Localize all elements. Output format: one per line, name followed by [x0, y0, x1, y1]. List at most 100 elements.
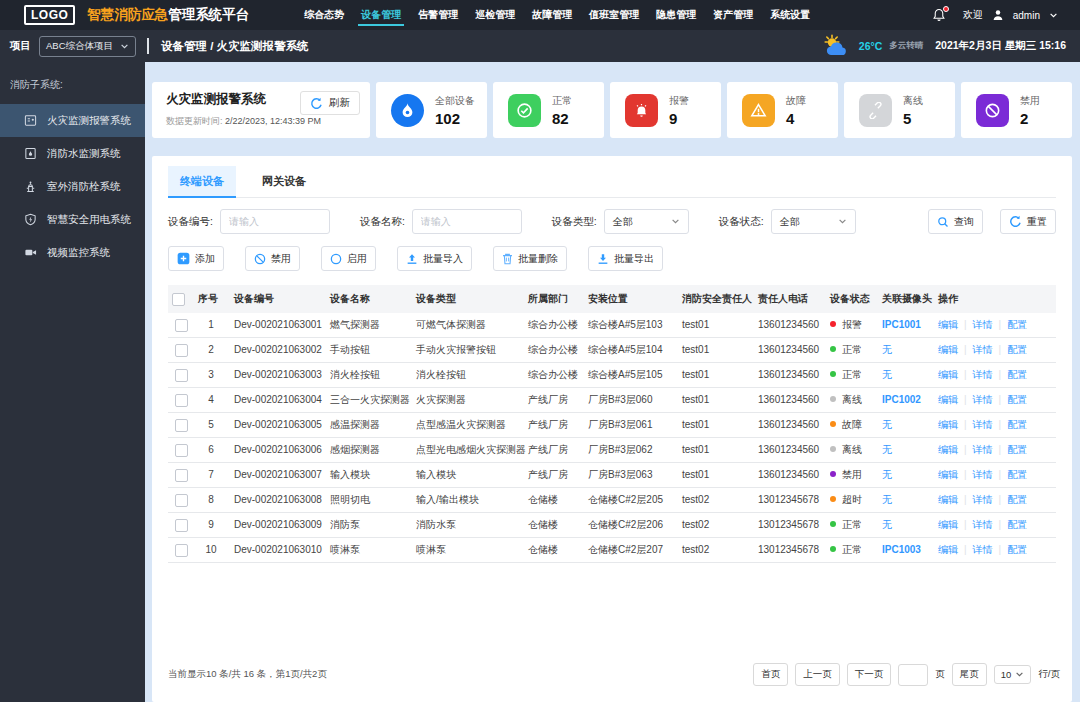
op-link-1[interactable]: 详情 — [973, 519, 993, 530]
op-separator: | — [964, 344, 967, 355]
op-link-1[interactable]: 详情 — [973, 319, 993, 330]
cell-camera-link[interactable]: IPC1003 — [876, 538, 932, 563]
cell-camera-link[interactable]: 无 — [876, 413, 932, 438]
row-checkbox[interactable] — [175, 494, 188, 507]
cell-status: 正常 — [824, 363, 876, 388]
op-link-0[interactable]: 编辑 — [938, 544, 958, 555]
op-link-0[interactable]: 编辑 — [938, 519, 958, 530]
row-checkbox[interactable] — [175, 344, 188, 357]
cell-device-type: 点型光电感烟火灾探测器 — [410, 438, 522, 463]
row-checkbox[interactable] — [175, 394, 188, 407]
tab-gateway-device[interactable]: 网关设备 — [250, 166, 318, 197]
prev-page-button[interactable]: 上一页 — [795, 663, 840, 686]
op-link-1[interactable]: 详情 — [973, 344, 993, 355]
row-checkbox[interactable] — [175, 444, 188, 457]
cell-camera-link[interactable]: 无 — [876, 513, 932, 538]
nav-item[interactable]: 设备管理 — [361, 0, 401, 30]
op-link-0[interactable]: 编辑 — [938, 419, 958, 430]
cell-camera-link[interactable]: IPC1001 — [876, 313, 932, 338]
reset-button[interactable]: 重置 — [1000, 209, 1056, 234]
row-checkbox[interactable] — [175, 419, 188, 432]
op-link-0[interactable]: 编辑 — [938, 394, 958, 405]
row-checkbox[interactable] — [175, 469, 188, 482]
device-status-select[interactable]: 全部 — [771, 209, 856, 234]
select-all-checkbox[interactable] — [172, 293, 185, 306]
op-link-2[interactable]: 配置 — [1007, 519, 1027, 530]
cell-device-name: 感温探测器 — [324, 413, 410, 438]
nav-item[interactable]: 资产管理 — [713, 0, 753, 30]
op-link-2[interactable]: 配置 — [1007, 544, 1027, 555]
first-page-button[interactable]: 首页 — [753, 663, 788, 686]
sidebar-item[interactable]: 火灾监测报警系统 — [0, 104, 145, 137]
cell-status: 报警 — [824, 313, 876, 338]
row-checkbox[interactable] — [175, 519, 188, 532]
chevron-down-icon[interactable] — [1049, 11, 1058, 20]
device-type-select[interactable]: 全部 — [604, 209, 689, 234]
op-link-2[interactable]: 配置 — [1007, 319, 1027, 330]
op-link-0[interactable]: 编辑 — [938, 469, 958, 480]
notification-bell-icon[interactable] — [932, 8, 946, 22]
page-size-select[interactable]: 10 — [994, 665, 1032, 684]
op-link-1[interactable]: 详情 — [973, 369, 993, 380]
next-page-button[interactable]: 下一页 — [847, 663, 892, 686]
search-button[interactable]: 查询 — [928, 209, 983, 234]
cell-device-code: Dev-002021063001 — [228, 313, 324, 338]
sidebar-item[interactable]: 室外消防栓系统 — [0, 170, 145, 203]
device-panel: 终端设备网关设备 设备编号: 设备名称: 设备类型: 全部 设备状态: 全部 查… — [152, 156, 1072, 702]
op-link-2[interactable]: 配置 — [1007, 469, 1027, 480]
cell-camera-link[interactable]: IPC1002 — [876, 388, 932, 413]
nav-item[interactable]: 告警管理 — [418, 0, 458, 30]
cell-device-name: 消火栓按钮 — [324, 363, 410, 388]
op-link-1[interactable]: 详情 — [973, 444, 993, 455]
action-button[interactable]: 启用 — [321, 246, 376, 271]
op-link-2[interactable]: 配置 — [1007, 444, 1027, 455]
sidebar-item[interactable]: 视频监控系统 — [0, 236, 145, 269]
nav-item[interactable]: 综合态势 — [304, 0, 344, 30]
op-link-2[interactable]: 配置 — [1007, 494, 1027, 505]
action-button[interactable]: 批量删除 — [493, 246, 567, 271]
op-link-0[interactable]: 编辑 — [938, 344, 958, 355]
refresh-button[interactable]: 刷新 — [300, 91, 360, 115]
last-page-button[interactable]: 尾页 — [952, 663, 987, 686]
project-select[interactable]: ABC综合体项目 — [39, 36, 136, 57]
row-checkbox[interactable] — [175, 319, 188, 332]
nav-item[interactable]: 值班室管理 — [589, 0, 639, 30]
cell-camera-link[interactable]: 无 — [876, 488, 932, 513]
stat-value: 9 — [669, 110, 689, 127]
op-link-1[interactable]: 详情 — [973, 469, 993, 480]
cell-camera-link[interactable]: 无 — [876, 438, 932, 463]
op-link-2[interactable]: 配置 — [1007, 419, 1027, 430]
sidebar-item[interactable]: 消防水监测系统 — [0, 137, 145, 170]
cell-camera-link[interactable]: 无 — [876, 463, 932, 488]
op-link-2[interactable]: 配置 — [1007, 369, 1027, 380]
op-link-2[interactable]: 配置 — [1007, 394, 1027, 405]
action-button[interactable]: 批量导出 — [588, 246, 663, 271]
op-link-0[interactable]: 编辑 — [938, 494, 958, 505]
device-no-input[interactable] — [220, 209, 330, 234]
tab-terminal-device[interactable]: 终端设备 — [168, 166, 236, 197]
cell-operations: 编辑|详情|配置 — [932, 388, 1056, 413]
op-link-0[interactable]: 编辑 — [938, 319, 958, 330]
cell-camera-link[interactable]: 无 — [876, 338, 932, 363]
action-button[interactable]: 批量导入 — [397, 246, 472, 271]
op-link-1[interactable]: 详情 — [973, 419, 993, 430]
action-button[interactable]: 添加 — [168, 246, 224, 271]
username[interactable]: admin — [1013, 10, 1040, 21]
page-number-input[interactable] — [898, 664, 928, 686]
row-checkbox[interactable] — [175, 544, 188, 557]
nav-item[interactable]: 隐患管理 — [656, 0, 696, 30]
op-link-0[interactable]: 编辑 — [938, 369, 958, 380]
action-button[interactable]: 禁用 — [245, 246, 300, 271]
sidebar-item[interactable]: 智慧安全用电系统 — [0, 203, 145, 236]
op-link-0[interactable]: 编辑 — [938, 444, 958, 455]
nav-item[interactable]: 巡检管理 — [475, 0, 515, 30]
op-link-1[interactable]: 详情 — [973, 394, 993, 405]
nav-item[interactable]: 系统设置 — [770, 0, 810, 30]
row-checkbox[interactable] — [175, 369, 188, 382]
op-link-2[interactable]: 配置 — [1007, 344, 1027, 355]
op-link-1[interactable]: 详情 — [973, 544, 993, 555]
cell-camera-link[interactable]: 无 — [876, 363, 932, 388]
nav-item[interactable]: 故障管理 — [532, 0, 572, 30]
device-name-input[interactable] — [412, 209, 522, 234]
op-link-1[interactable]: 详情 — [973, 494, 993, 505]
